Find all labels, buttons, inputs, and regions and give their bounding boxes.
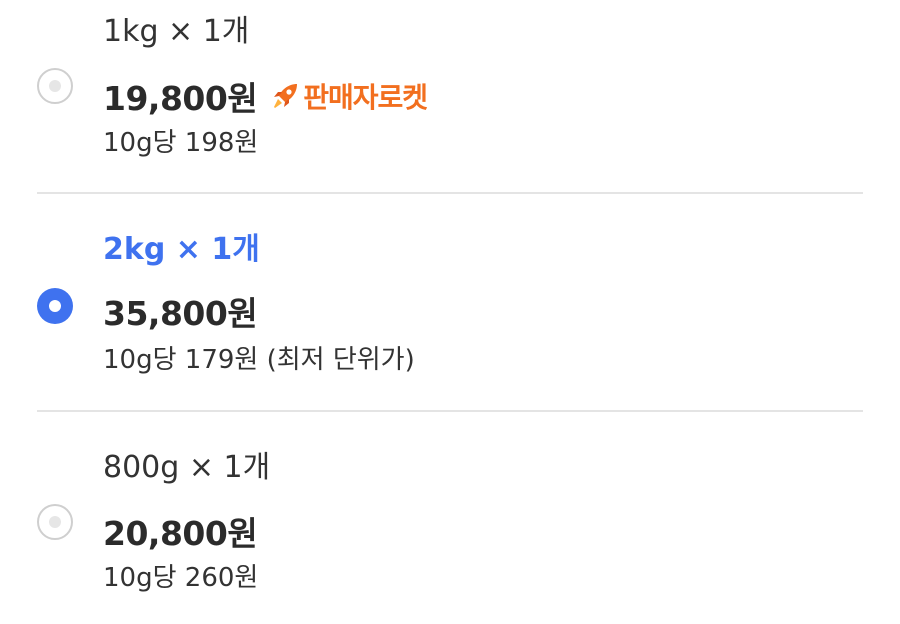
- option-2kg[interactable]: 2kg × 1개 35,800원 10g당 179원 (최저 단위가): [0, 194, 900, 410]
- price: 19,800원: [103, 79, 258, 118]
- quantity-label: 2kg × 1개: [103, 232, 260, 267]
- unit-price: 10g당 198원: [103, 128, 259, 158]
- seller-rocket-badge: 판매자로켓: [269, 76, 428, 116]
- badge-label: 판매자로켓: [303, 81, 428, 114]
- rocket-icon: [274, 84, 298, 108]
- radio-button-unselected[interactable]: [37, 68, 73, 104]
- quantity-label: 1kg × 1개: [103, 14, 250, 49]
- quantity-label: 800g × 1개: [103, 450, 271, 485]
- price: 35,800원: [103, 294, 258, 333]
- unit-price: 10g당 260원: [103, 563, 259, 593]
- radio-button-selected[interactable]: [37, 288, 73, 324]
- radio-button-unselected[interactable]: [37, 504, 73, 540]
- price-row: 20,800원: [103, 511, 258, 553]
- option-800g[interactable]: 800g × 1개 20,800원 10g당 260원: [0, 412, 900, 624]
- price: 20,800원: [103, 514, 258, 553]
- unit-price: 10g당 179원 (최저 단위가): [103, 345, 415, 375]
- price-row: 35,800원: [103, 291, 258, 333]
- price-row: 19,800원 판매자로켓: [103, 76, 428, 118]
- option-1kg[interactable]: 1kg × 1개 19,800원 판매자로켓 10g당 198원: [0, 0, 900, 192]
